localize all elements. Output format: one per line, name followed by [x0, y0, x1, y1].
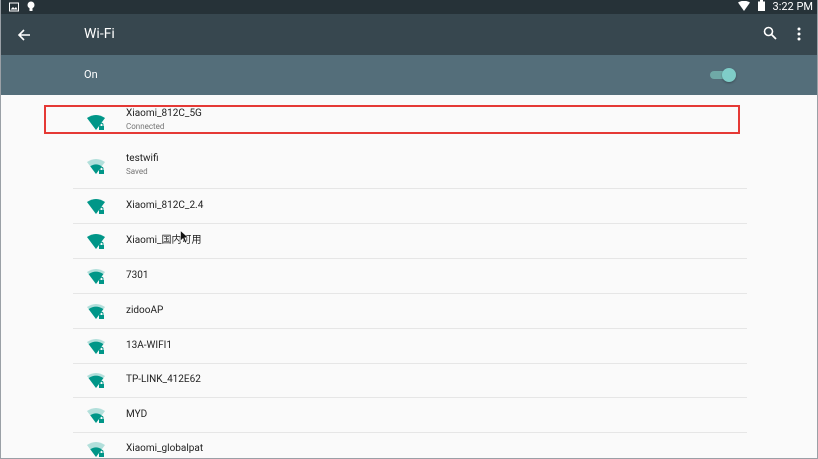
network-row[interactable]: MYD: [73, 398, 747, 433]
wifi-lock-icon: [87, 269, 105, 284]
network-name: zidooAP: [126, 305, 164, 316]
master-switch-label: On: [84, 68, 98, 81]
wifi-lock-icon: [87, 442, 105, 457]
wifi-status-icon: [737, 0, 750, 14]
network-row[interactable]: 7301: [73, 259, 747, 294]
network-status: Saved: [126, 167, 148, 176]
wifi-lock-icon: [87, 408, 105, 423]
status-left-icons: [9, 1, 35, 15]
bulb-icon: [27, 1, 35, 15]
search-icon: [763, 26, 777, 40]
network-row[interactable]: TP-LINK_412E62: [73, 364, 747, 398]
toolbar: Wi-Fi: [1, 14, 817, 55]
mouse-cursor-icon: [180, 230, 190, 244]
wifi-lock-icon: [87, 199, 105, 214]
network-row[interactable]: testwifi Saved: [73, 145, 747, 189]
network-name: Xiaomi_812C_5G: [126, 108, 202, 119]
wifi-lock-icon: [87, 115, 105, 130]
more-options-button[interactable]: [792, 25, 806, 43]
page-title: Wi-Fi: [84, 26, 115, 42]
more-vert-icon: [797, 27, 801, 41]
back-arrow-icon: [17, 29, 30, 41]
toggle-thumb: [722, 68, 736, 82]
back-button[interactable]: [13, 24, 35, 46]
wifi-settings-screen: 3:22 PM Wi-Fi On Xiaomi_812C_5G Connected…: [0, 0, 818, 459]
status-right-icons: 3:22 PM: [737, 0, 813, 14]
network-row[interactable]: Xiaomi_国内可用: [73, 224, 747, 259]
network-row[interactable]: Xiaomi_812C_5G Connected: [73, 103, 747, 142]
network-name: Xiaomi_812C_2.4: [126, 200, 204, 211]
network-name: 7301: [126, 270, 149, 281]
network-row[interactable]: 13A-WIFI1: [73, 329, 747, 364]
network-name: 13A-WIFI1: [126, 340, 172, 351]
wifi-lock-icon: [87, 159, 105, 174]
network-name: MYD: [126, 409, 148, 420]
search-button[interactable]: [763, 25, 781, 43]
image-icon: [9, 2, 19, 15]
wifi-lock-icon: [87, 304, 105, 319]
network-name: TP-LINK_412E62: [126, 374, 201, 385]
network-status: Connected: [126, 122, 165, 131]
network-row[interactable]: Xiaomi_812C_2.4: [73, 190, 747, 224]
wifi-master-switch-bar[interactable]: On: [1, 55, 817, 95]
wifi-toggle-switch[interactable]: [710, 68, 736, 82]
status-time: 3:22 PM: [772, 0, 813, 13]
network-name: testwifi: [126, 153, 159, 164]
battery-icon: [757, 0, 765, 14]
wifi-lock-icon: [87, 373, 105, 388]
network-name: Xiaomi_国内可用: [126, 235, 202, 246]
network-row[interactable]: Xiaomi_globalpat: [73, 433, 747, 458]
wifi-lock-icon: [87, 234, 105, 249]
status-bar: 3:22 PM: [1, 0, 817, 15]
wifi-lock-icon: [87, 339, 105, 354]
network-name: Xiaomi_globalpat: [126, 443, 204, 454]
network-row[interactable]: zidooAP: [73, 294, 747, 329]
